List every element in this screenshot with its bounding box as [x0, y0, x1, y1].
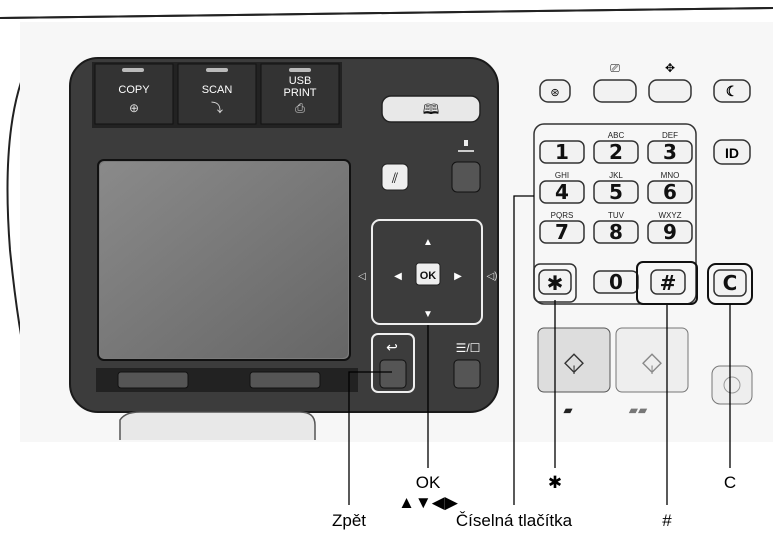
arrow-down-icon: ▼ [423, 309, 433, 320]
callout-back: Zpět [332, 511, 366, 530]
key-5-letters: JKL [609, 171, 623, 180]
svg-text:◁: ◁ [358, 271, 366, 282]
usb-print-key-label-2: PRINT [284, 87, 317, 99]
softkey-right [249, 371, 321, 389]
scan-key-label: SCAN [202, 84, 233, 96]
svg-text:◁): ◁) [486, 271, 497, 282]
panel-illustration: COPY SCAN USB PRINT ⊕ ⤵ ⎙ 🕮 ⫽ OK ▲ ▼ ◀ ▶… [0, 7, 773, 530]
book-icon: 🕮 [423, 101, 440, 117]
key-3-label: 3 [663, 140, 677, 164]
star-button-label: ✱ [547, 271, 564, 295]
arrow-up-icon: ▲ [423, 237, 433, 248]
key-8-label: 8 [609, 220, 623, 244]
key-7-label: 7 [555, 220, 569, 244]
usb-icon: ⎙ [295, 101, 305, 115]
key-6-letters: MNO [661, 171, 680, 180]
svg-text:▰: ▰ [563, 403, 573, 417]
copy-key-label: COPY [118, 84, 150, 96]
svg-text:!: ! [650, 363, 653, 377]
stop-button [711, 365, 753, 405]
key-0-label: 0 [609, 270, 623, 294]
arrow-left-icon: ◀ [394, 271, 402, 282]
callout-star: ✱ [548, 473, 562, 492]
svg-text:!: ! [572, 363, 575, 377]
key-8-letters: TUV [608, 211, 625, 220]
svg-text:✥: ✥ [665, 61, 675, 75]
control-panel-diagram: { "mode_keys": [ {"label": "COPY"}, {"la… [0, 0, 773, 534]
key-4-letters: GHI [555, 171, 569, 180]
key-1-label: 1 [555, 140, 569, 164]
reset-icon: ⫽ [391, 170, 399, 186]
key-4-label: 4 [555, 180, 569, 204]
softkey-left [117, 371, 189, 389]
report-button [453, 359, 481, 389]
key-6-label: 6 [663, 180, 677, 204]
key-7-letters: PQRS [551, 211, 574, 220]
key-2-letters: ABC [608, 131, 625, 140]
clear-button-label: C [723, 271, 738, 295]
id-button-label: ID [725, 145, 739, 161]
callout-clear: C [724, 473, 736, 492]
back-arrow-icon: ↩ [386, 339, 398, 355]
svg-text:☾: ☾ [726, 83, 739, 99]
callout-ok: OK [416, 473, 441, 492]
callout-numeric: Číselná tlačítka [456, 511, 573, 530]
hash-button-label: # [660, 271, 677, 295]
scan-icon: ⤵ [211, 101, 223, 115]
key-3-letters: DEF [662, 131, 678, 140]
callout-hash: # [662, 511, 672, 530]
svg-text:▰▰: ▰▰ [629, 403, 648, 417]
svg-text:⎚: ⎚ [610, 61, 620, 75]
svg-text:⊛: ⊛ [550, 87, 559, 99]
usb-print-key-label-1: USB [289, 75, 312, 87]
key-2-label: 2 [609, 140, 623, 164]
small-dark-button [451, 161, 481, 193]
key-9-letters: WXYZ [658, 211, 681, 220]
callout-ok-arrows: ▲▼◀▶ [398, 493, 459, 512]
top-button-2 [593, 79, 637, 103]
key-9-label: 9 [663, 220, 677, 244]
top-button-3 [648, 79, 692, 103]
svg-text:☰/☐: ☰/☐ [456, 341, 481, 355]
back-button [379, 359, 407, 389]
arrow-right-icon: ▶ [454, 271, 462, 282]
copy-icon: ⊕ [129, 101, 139, 115]
key-5-label: 5 [609, 180, 623, 204]
ok-button-label: OK [420, 270, 437, 282]
